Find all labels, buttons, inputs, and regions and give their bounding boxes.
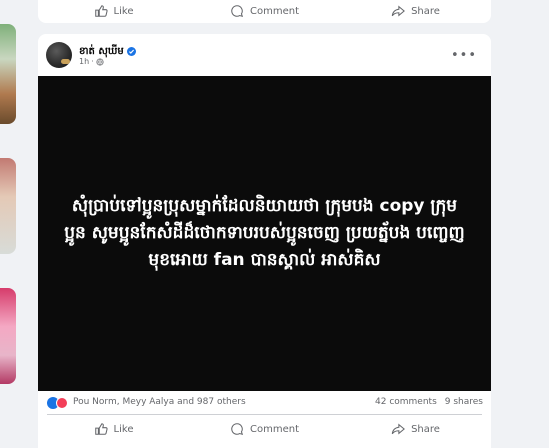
reactions-bar: Pou Norm, Meyy Aalya and 987 others 42 c… — [47, 396, 483, 410]
post-image-text: សុំប្រាប់ទៅប្អូនប្រុសម្នាក់ដែលនិយាយថា ក្… — [64, 196, 465, 270]
action-bar: Like Comment Share — [38, 0, 491, 26]
story-card[interactable] — [0, 158, 16, 254]
share-button[interactable]: Share — [340, 414, 491, 444]
reactions-summary[interactable]: Pou Norm, Meyy Aalya and 987 others — [73, 397, 246, 407]
post-action-bar: Like Comment Share — [38, 414, 491, 444]
more-options-button[interactable]: ••• — [451, 48, 477, 63]
post-image[interactable]: សុំប្រាប់ទៅប្អូនប្រុសម្នាក់ដែលនិយាយថា ក្… — [38, 76, 491, 391]
engagement-counts: 42 comments 9 shares — [375, 397, 483, 407]
story-card[interactable] — [0, 24, 16, 124]
like-button[interactable]: Like — [38, 0, 189, 26]
reaction-icons[interactable] — [47, 397, 71, 409]
globe-icon — [96, 57, 104, 66]
share-button[interactable]: Share — [340, 0, 491, 26]
like-label: Like — [113, 5, 134, 17]
verified-badge-icon — [126, 47, 136, 56]
comment-icon — [231, 5, 244, 18]
story-card[interactable] — [0, 288, 16, 384]
love-reaction-icon — [56, 397, 68, 409]
avatar[interactable] — [46, 42, 72, 68]
comment-button[interactable]: Comment — [189, 414, 340, 444]
post-meta: 1h · — [79, 57, 104, 66]
like-button[interactable]: Like — [38, 414, 189, 444]
like-icon — [94, 5, 108, 17]
share-label: Share — [411, 423, 440, 435]
comment-icon — [231, 423, 244, 436]
post-card: ខាត់ សុឃីម 1h · ••• សុំប្រាប់ទៅប្អូនប្រុ… — [38, 34, 491, 448]
share-icon — [391, 5, 406, 17]
share-icon — [391, 423, 406, 435]
previous-post-card: Like Comment Share — [38, 0, 491, 23]
post-header: ខាត់ សុឃីម 1h · ••• — [46, 42, 483, 72]
shares-count[interactable]: 9 shares — [445, 397, 483, 407]
comment-button[interactable]: Comment — [189, 0, 340, 26]
post-time[interactable]: 1h — [79, 57, 89, 66]
like-icon — [94, 423, 108, 435]
share-label: Share — [411, 5, 440, 17]
comments-count[interactable]: 42 comments — [375, 397, 437, 407]
stories-strip — [0, 0, 28, 448]
comment-label: Comment — [250, 5, 299, 17]
like-label: Like — [113, 423, 134, 435]
comment-label: Comment — [250, 423, 299, 435]
meta-dot: · — [91, 57, 94, 66]
